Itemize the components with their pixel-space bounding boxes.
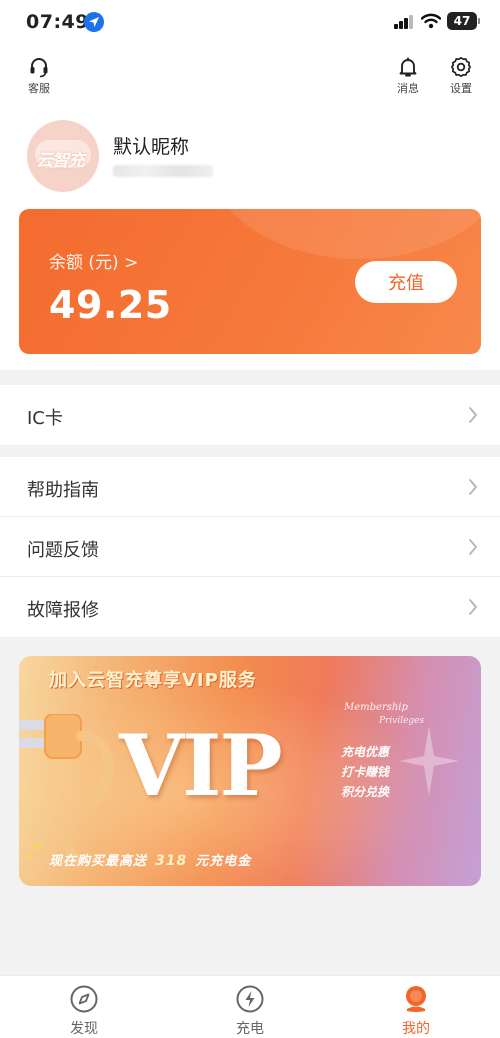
menu-item-fault-report[interactable]: 故障报修 (0, 577, 500, 637)
status-bar: 07:49 47 (0, 0, 500, 46)
bell-icon (399, 57, 417, 77)
avatar[interactable]: 云智充 (27, 120, 99, 192)
banner-footer-amount: 318 (155, 853, 188, 869)
tab-label: 我的 (402, 1021, 430, 1037)
sparkle-star-icon (399, 726, 459, 796)
menu-item-ic-card[interactable]: IC卡 (0, 385, 500, 445)
bottom-tab-bar: 发现 充电 我的 (0, 975, 500, 1038)
menu-item-label: 帮助指南 (27, 480, 99, 501)
balance-label-link[interactable]: 余额 (元) > (49, 248, 138, 273)
headset-icon (30, 58, 48, 78)
location-arrow-icon (84, 12, 104, 32)
chevron-right-icon (469, 479, 477, 495)
banner-perks-list: 充电优惠 打卡赚钱 积分兑换 (341, 742, 389, 802)
user-nickname[interactable]: 默认昵称 (113, 132, 189, 159)
charging-plug-icon (19, 714, 114, 864)
compass-icon (70, 985, 98, 1013)
chevron-right-icon (469, 539, 477, 555)
wifi-icon (420, 13, 442, 33)
menu-item-label: 问题反馈 (27, 540, 99, 561)
gear-icon (450, 56, 472, 78)
menu-item-feedback[interactable]: 问题反馈 (0, 517, 500, 577)
banner-privileges-text: Privileges (379, 716, 425, 726)
chevron-right-icon (469, 407, 477, 423)
messages-label: 消息 (397, 82, 419, 95)
tab-label: 发现 (70, 1021, 98, 1037)
banner-perk: 充电优惠 (341, 745, 390, 759)
banner-title: 加入云智充尊享VIP服务 (49, 670, 257, 691)
settings-button[interactable]: 设置 (441, 56, 481, 96)
menu-item-label: 故障报修 (27, 600, 99, 621)
vip-banner[interactable]: 加入云智充尊享VIP服务 VIP Membership Privileges 充… (19, 656, 481, 886)
masked-phone-number (113, 165, 213, 177)
recharge-button[interactable]: 充值 (355, 261, 457, 303)
balance-card: 余额 (元) > 49.25 充值 (19, 209, 481, 354)
banner-membership-text: Membership (344, 702, 408, 713)
customer-service-button[interactable]: 客服 (19, 56, 59, 96)
messages-button[interactable]: 消息 (388, 56, 428, 96)
banner-footer-suffix: 元充电金 (195, 854, 252, 869)
banner-footer-prefix: 现在购买最高送 (49, 854, 148, 869)
card-decoration (209, 209, 481, 259)
tab-discover[interactable]: 发现 (44, 984, 124, 1038)
tab-label: 充电 (236, 1021, 264, 1037)
banner-perk: 打卡赚钱 (341, 765, 390, 779)
menu-group-support: 帮助指南 问题反馈 故障报修 (0, 457, 500, 637)
customer-service-label: 客服 (28, 82, 50, 95)
profile-icon (406, 986, 426, 1012)
avatar-logo-text: 云智充 (36, 151, 85, 171)
menu-item-label: IC卡 (27, 408, 63, 429)
bolt-icon (236, 985, 264, 1013)
chevron-right-icon (469, 599, 477, 615)
status-time: 07:49 (26, 11, 89, 33)
menu-group-cards: IC卡 (0, 385, 500, 445)
cellular-signal-icon (394, 15, 414, 29)
tab-mine[interactable]: 我的 (376, 984, 456, 1038)
menu-item-help-guide[interactable]: 帮助指南 (0, 457, 500, 517)
banner-vip-text: VIP (119, 716, 283, 815)
battery-icon: 47 (447, 12, 480, 30)
tab-charging[interactable]: 充电 (210, 984, 290, 1038)
banner-footer: 现在购买最高送 318 元充电金 (49, 850, 251, 869)
banner-perk: 积分兑换 (341, 785, 390, 799)
balance-value: 49.25 (49, 283, 172, 327)
settings-label: 设置 (450, 82, 472, 95)
